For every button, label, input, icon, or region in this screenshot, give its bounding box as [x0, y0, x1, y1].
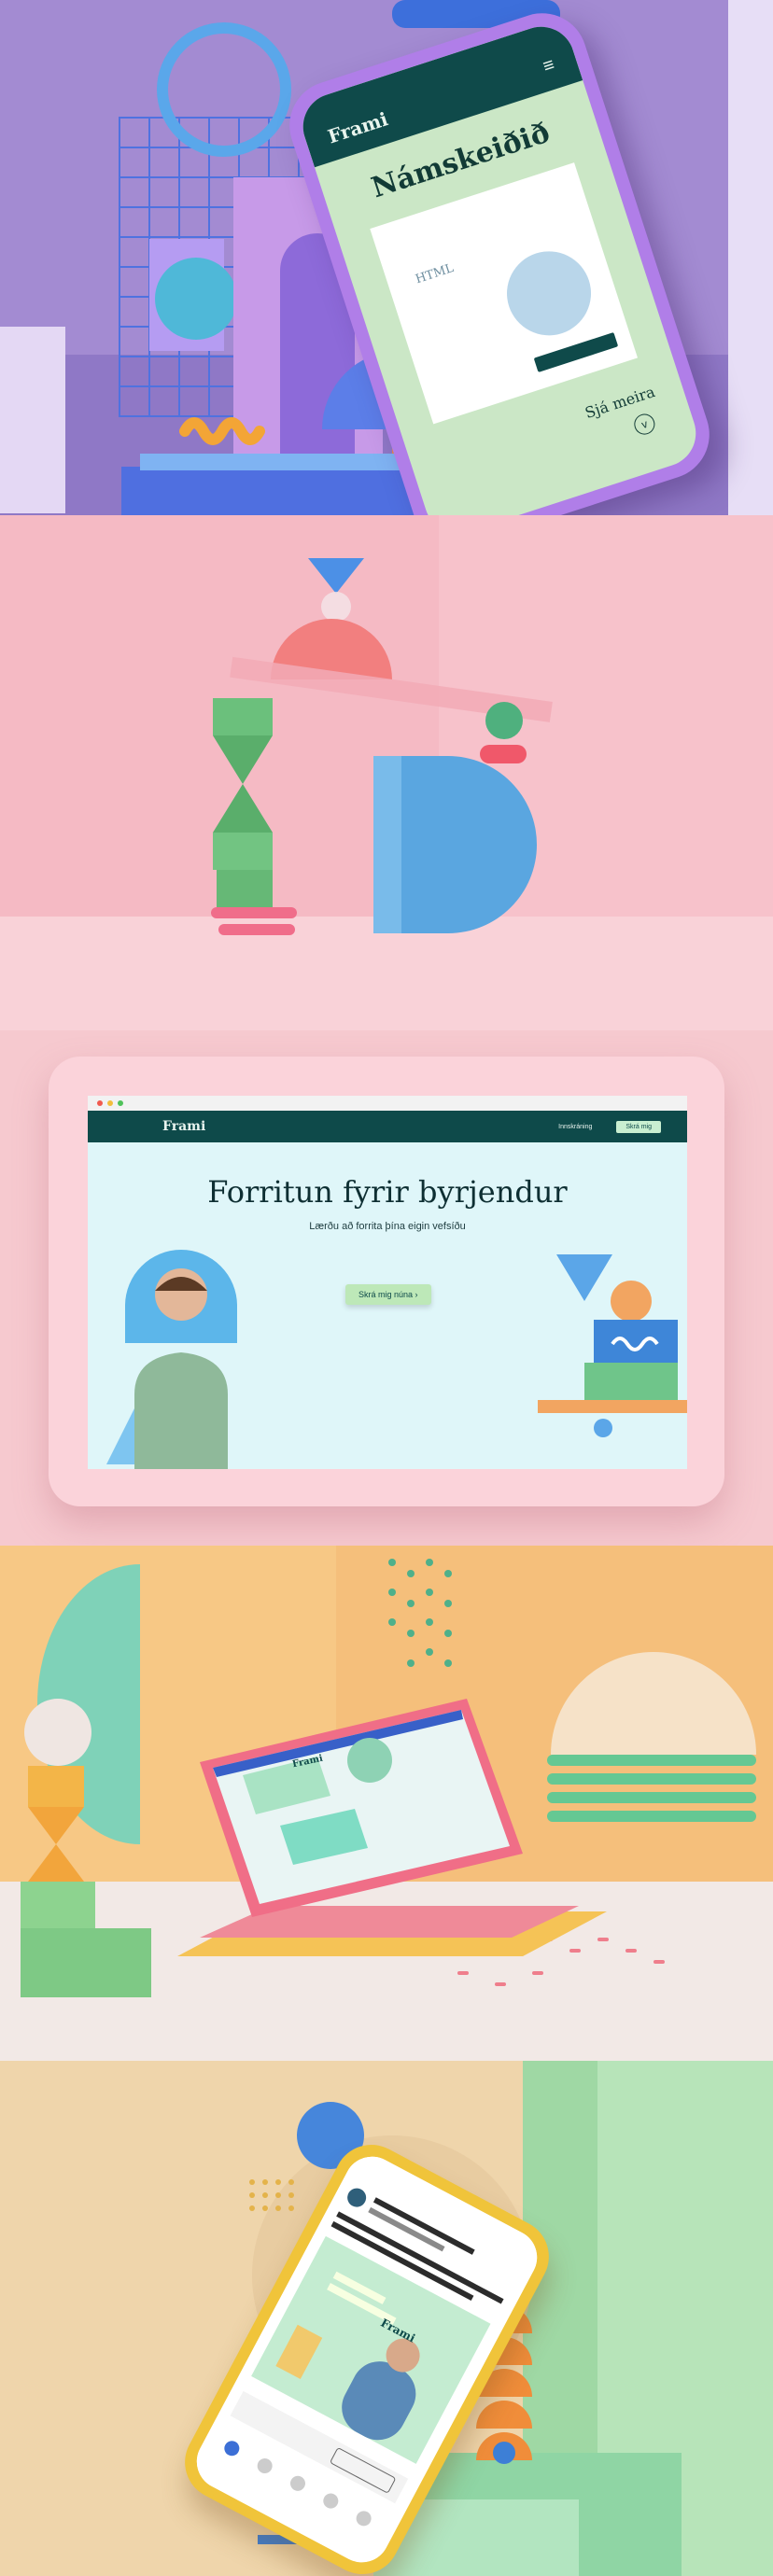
login-link[interactable]: Innskráning [558, 1124, 592, 1130]
chevron-down-icon[interactable]: v [631, 411, 658, 438]
tablet-mockup: Frami Innskráning Skrá mig Forritun fyri… [49, 1057, 724, 1506]
panel-tablet-landing: Frami Innskráning Skrá mig Forritun fyri… [0, 1030, 773, 1546]
brand-logo[interactable]: Frami [162, 1119, 205, 1134]
panel-laptop-scene: Frami [0, 1546, 773, 2061]
panel-pink-balance-scene [0, 515, 773, 1030]
brand-logo[interactable]: Frami [325, 107, 390, 147]
browser-chrome [88, 1096, 687, 1111]
geometric-illustration [538, 1254, 687, 1437]
person-photo [106, 1250, 237, 1469]
minimize-dot[interactable] [107, 1100, 113, 1106]
card-illustration [496, 240, 602, 347]
card-button[interactable] [533, 331, 619, 372]
balance-sculpture-illustration [0, 515, 773, 1030]
course-card[interactable]: HTML [370, 162, 638, 425]
laptop-scene-illustration [0, 1546, 773, 2061]
maximize-dot[interactable] [118, 1100, 123, 1106]
close-dot[interactable] [97, 1100, 103, 1106]
hero-subtitle: Lærðu að forrita þína eigin vefsíðu [309, 1221, 466, 1232]
hamburger-icon[interactable]: ≡ [541, 54, 557, 77]
browser-window: Frami Innskráning Skrá mig Forritun fyri… [88, 1096, 687, 1469]
signup-button[interactable]: Skrá mig [616, 1120, 661, 1133]
site-navbar: Frami Innskráning Skrá mig [88, 1111, 687, 1142]
card-label: HTML [414, 261, 456, 287]
panel-yellow-phone-scene: Frami [0, 2061, 773, 2576]
signup-now-label: Skrá mig núna [358, 1290, 414, 1299]
hero-title: Forritun fyrir byrjendur [207, 1174, 568, 1210]
panel-purple-phone-scene: Frami ≡ Námskeiðið HTML Sjá meira v [0, 0, 773, 515]
signup-now-button[interactable]: Skrá mig núna › [345, 1284, 431, 1305]
